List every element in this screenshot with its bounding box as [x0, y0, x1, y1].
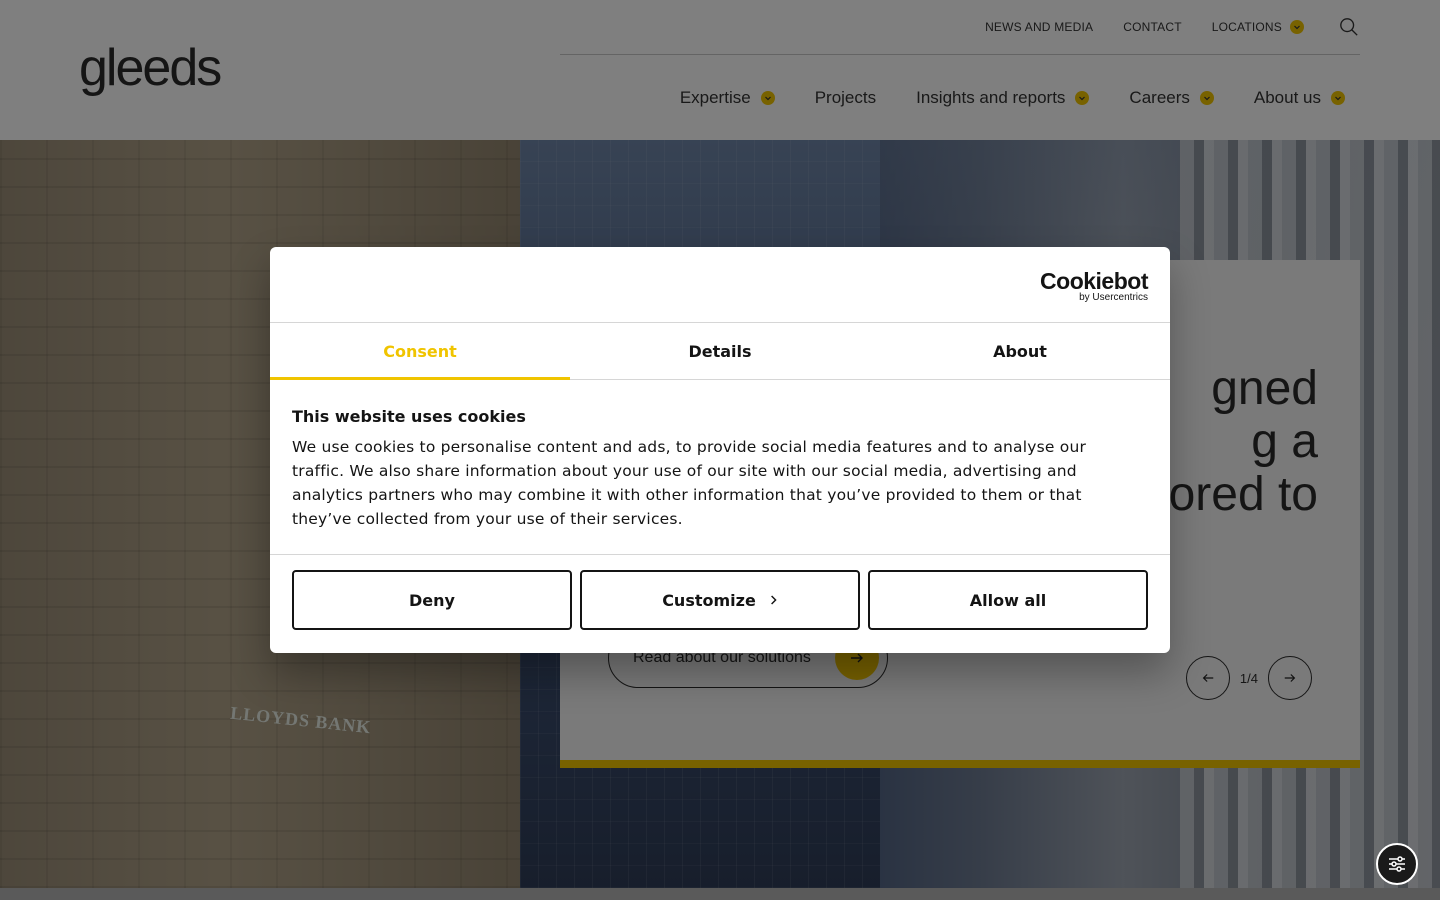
chevron-right-icon: [770, 595, 777, 605]
allow-all-button[interactable]: Allow all: [868, 570, 1148, 630]
cookiebot-name: Cookiebot: [1040, 268, 1148, 294]
cookiebot-sub: by Usercentrics: [1079, 292, 1148, 303]
actions-divider: [270, 554, 1170, 555]
cookie-tabs: Consent Details About: [270, 322, 1170, 380]
cookie-settings-button[interactable]: [1376, 843, 1418, 885]
footer-strip: [0, 888, 1440, 900]
customize-button[interactable]: Customize: [580, 570, 860, 630]
deny-label: Deny: [409, 590, 455, 610]
cookie-title: This website uses cookies: [292, 407, 526, 426]
sliders-icon: [1389, 856, 1405, 872]
deny-button[interactable]: Deny: [292, 570, 572, 630]
cookie-consent-dialog: Cookiebot by Usercentrics Consent Detail…: [270, 247, 1170, 653]
tab-consent[interactable]: Consent: [270, 323, 570, 380]
tab-about[interactable]: About: [870, 323, 1170, 379]
allow-all-label: Allow all: [969, 590, 1047, 610]
cookie-actions: Deny Customize Allow all: [292, 570, 1148, 630]
cookiebot-logo: Cookiebot by Usercentrics: [1040, 269, 1148, 303]
tab-details[interactable]: Details: [570, 323, 870, 379]
customize-label: Customize: [662, 590, 756, 610]
cookie-body: We use cookies to personalise content an…: [292, 438, 1087, 528]
